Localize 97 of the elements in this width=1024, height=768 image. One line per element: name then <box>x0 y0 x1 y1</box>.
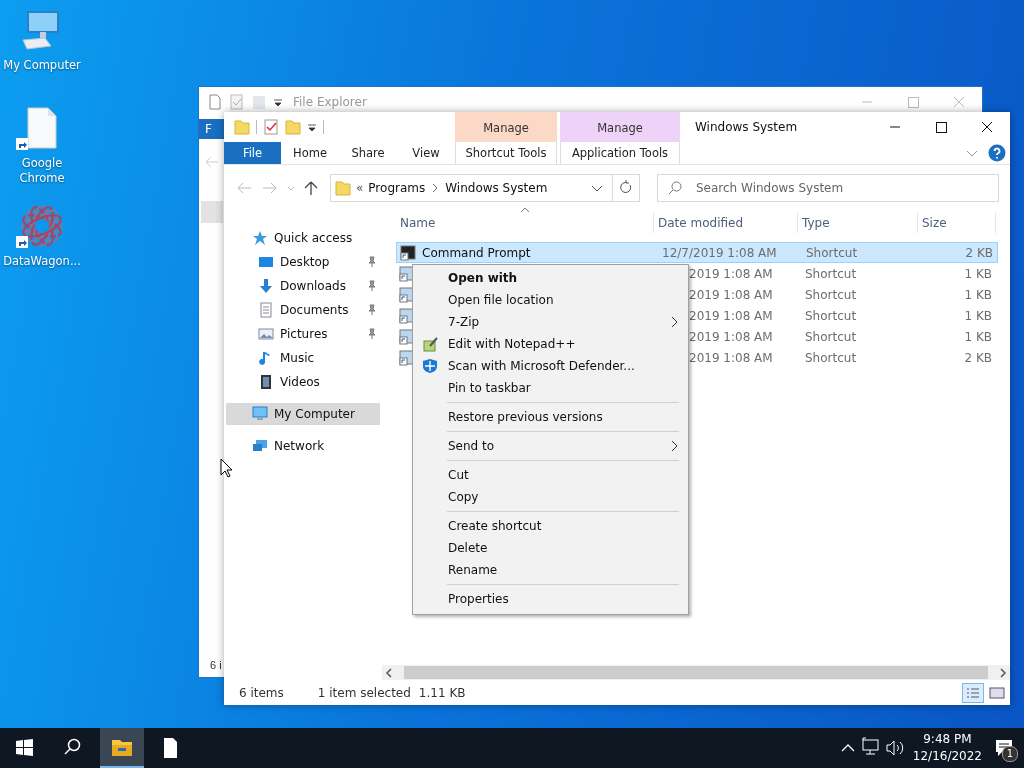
menu-item[interactable]: Delete <box>413 537 688 559</box>
menu-item[interactable]: Copy <box>413 486 688 508</box>
table-cell-text: Shortcut <box>804 328 858 346</box>
menu-item[interactable]: Properties <box>413 588 688 610</box>
nav-item[interactable]: Network <box>226 435 380 457</box>
address-bar[interactable]: « Programs Windows System <box>330 174 640 202</box>
nav-item[interactable]: My Computer <box>226 403 380 425</box>
ribbon-tab[interactable]: Home <box>281 142 339 164</box>
nav-item[interactable]: Desktop <box>226 251 380 273</box>
document-icon[interactable] <box>207 94 223 110</box>
table-cell-text: 1 KB <box>963 265 993 283</box>
search-field[interactable]: Search Windows System <box>657 174 999 202</box>
table-cell-text: 2019 1:08 AM <box>688 307 774 325</box>
nav-item[interactable]: Documents <box>226 299 380 321</box>
column-header[interactable]: Name <box>396 213 654 233</box>
table-cell-text: Shortcut <box>805 244 859 262</box>
menu-item[interactable]: Send to <box>413 435 688 457</box>
notepad-icon <box>422 336 438 352</box>
download-icon <box>258 278 274 294</box>
videos-icon <box>258 374 274 390</box>
status-text: 1.11 KB <box>418 685 466 700</box>
menu-item[interactable]: Restore previous versions <box>413 406 688 428</box>
contextual-tab-header: Manage <box>455 112 557 142</box>
table-cell-text: Shortcut <box>804 286 858 304</box>
menu-item[interactable]: Open with <box>413 267 688 289</box>
menu-item[interactable]: Edit with Notepad++ <box>413 333 688 355</box>
pin-icon[interactable] <box>366 304 378 316</box>
menu-item[interactable]: Scan with Microsoft Defender... <box>413 355 688 377</box>
emblem-icon[interactable] <box>20 204 64 248</box>
overflow-chevron[interactable]: « <box>356 181 364 195</box>
explorer-taskbar-button[interactable] <box>100 728 144 768</box>
breadcrumb[interactable]: Programs <box>368 181 426 195</box>
menu-item[interactable]: Rename <box>413 559 688 581</box>
table-cell-text: Shortcut <box>804 265 858 283</box>
table-cell-text: 2 KB <box>963 349 993 367</box>
status-text: 6 items <box>239 685 284 700</box>
window-title: File Explorer <box>293 95 368 109</box>
table-cell-text: 2 KB <box>964 244 994 262</box>
table-cell-text: 1 KB <box>963 286 993 304</box>
shield-icon <box>422 358 438 374</box>
nav-item[interactable]: Videos <box>226 371 380 393</box>
table-cell-text: 12/7/2019 1:08 AM <box>661 244 778 262</box>
status-text: 6 i <box>210 659 222 671</box>
table-cell-text: 2019 1:08 AM <box>688 328 774 346</box>
file-tab[interactable]: File <box>224 142 281 164</box>
menu-item[interactable]: Cut <box>413 464 688 486</box>
clock-date[interactable]: 12/16/2022 <box>912 748 982 765</box>
ribbon-tab[interactable]: View <box>397 142 455 164</box>
status-text: 1 item selected <box>317 685 411 700</box>
pin-icon[interactable] <box>366 328 378 340</box>
window-title: Windows System <box>694 120 799 134</box>
desktop-icon <box>258 254 274 270</box>
pictures-icon <box>258 326 274 342</box>
search-icon <box>667 180 683 196</box>
network-icon <box>252 438 268 454</box>
ribbon-tab[interactable]: Application Tools <box>560 142 680 164</box>
scrollbar-thumb[interactable] <box>404 666 988 679</box>
properties-icon[interactable] <box>263 118 279 136</box>
selection-highlight <box>201 201 223 223</box>
table-cell-text: 1 KB <box>963 307 993 325</box>
menu-item[interactable]: Pin to taskbar <box>413 377 688 399</box>
nav-item[interactable]: Music <box>226 347 380 369</box>
document-icon <box>258 302 274 318</box>
menu-item[interactable]: Open file location <box>413 289 688 311</box>
notification-badge: 1 <box>1002 746 1018 762</box>
chevron-right-icon <box>670 439 678 453</box>
contextual-tab-header: Manage <box>560 112 680 142</box>
file-tab[interactable]: F <box>199 119 224 139</box>
pin-icon[interactable] <box>366 280 378 292</box>
table-cell-text: 1 KB <box>963 328 993 346</box>
nav-item[interactable]: Quick access <box>226 227 380 249</box>
table-cell-text: 2019 1:08 AM <box>688 265 774 283</box>
table-cell-text: Shortcut <box>804 349 858 367</box>
help-icon[interactable] <box>988 144 1006 162</box>
file-row[interactable]: Command Prompt 12/7/2019 1:08 AM Shortcut 2 KB <box>396 242 998 263</box>
sort-ascending-icon[interactable] <box>520 207 530 213</box>
computer-icon <box>252 406 268 422</box>
menu-item[interactable]: 7-Zip <box>413 311 688 333</box>
clock-time[interactable]: 9:48 PM <box>923 731 972 748</box>
breadcrumb[interactable]: Windows System <box>445 181 548 195</box>
shortcut-icon <box>400 244 416 261</box>
column-header[interactable]: Size <box>918 213 996 233</box>
ribbon-tab[interactable]: Share <box>339 142 397 164</box>
table-cell-text: 2019 1:08 AM <box>688 349 774 367</box>
column-header[interactable]: Date modified <box>654 213 798 233</box>
horizontal-scrollbar[interactable] <box>382 665 1010 680</box>
ribbon-tab[interactable]: Shortcut Tools <box>455 142 557 164</box>
column-header[interactable]: Type <box>798 213 918 233</box>
menu-item[interactable]: Create shortcut <box>413 515 688 537</box>
nav-item[interactable]: Pictures <box>226 323 380 345</box>
nav-item[interactable]: Downloads <box>226 275 380 297</box>
file-name: Command Prompt <box>422 245 531 260</box>
pin-icon[interactable] <box>366 256 378 268</box>
star-icon <box>252 230 268 246</box>
table-cell-text: 2019 1:08 AM <box>688 286 774 304</box>
chevron-right-icon <box>670 315 678 329</box>
table-cell-text: Shortcut <box>804 307 858 325</box>
